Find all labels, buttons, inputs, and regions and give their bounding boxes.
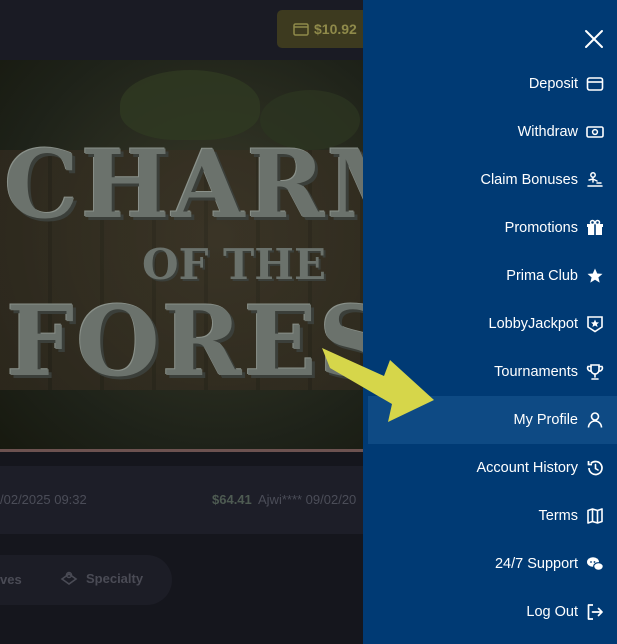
menu-item-label: Terms [538,508,578,524]
jackpot-icon [586,315,604,333]
bonus-icon [586,171,604,189]
menu-item-tournaments[interactable]: Tournaments [368,348,617,396]
ticker-amount: $64.41 [212,492,252,507]
menu-item-terms[interactable]: Terms [368,492,617,540]
specialty-icon [60,571,78,585]
menu-item-label: Prima Club [506,268,578,284]
menu-item-account-history[interactable]: Account History [368,444,617,492]
menu-item-label: Promotions [504,220,578,236]
banner-title-line1: CHARM [4,130,363,240]
menu-item-label: Claim Bonuses [480,172,578,188]
map-icon [586,507,604,525]
gift-icon [586,219,604,237]
side-menu-drawer: Deposit Withdraw Claim Bonuses Promotion… [363,0,617,644]
menu-item-deposit[interactable]: Deposit [368,60,617,108]
menu-item-label: Withdraw [517,124,578,140]
menu-item-label: LobbyJackpot [488,316,578,332]
balance-amount: $10.92 [314,21,357,37]
menu-item-label: Log Out [526,604,578,620]
menu-item-support[interactable]: 24/7 Support [368,540,617,588]
tab-specialty[interactable]: Specialty [60,570,143,586]
menu-item-label: My Profile [513,412,578,428]
menu-item-my-profile[interactable]: My Profile [368,396,617,444]
menu-item-log-out[interactable]: Log Out [368,588,617,636]
chat-icon [586,555,604,573]
menu-item-claim-bonuses[interactable]: Claim Bonuses [368,156,617,204]
category-tabs: ves Specialty [0,555,363,605]
game-banner[interactable]: CHARM OF THE FORES [0,60,363,452]
tab-specialty-label: Specialty [86,570,144,586]
cash-icon [586,123,604,141]
banner-title-line2: OF THE [142,240,326,289]
user-icon [586,411,604,429]
logout-icon [586,603,604,621]
menu-item-withdraw[interactable]: Withdraw [368,108,617,156]
wallet-icon [586,75,604,93]
ticker-date: /02/2025 09:32 [0,492,87,507]
menu-item-label: Account History [476,460,578,476]
menu-item-prima-club[interactable]: Prima Club [368,252,617,300]
close-icon[interactable] [582,27,606,51]
wallet-icon [293,23,309,36]
menu-item-lobbyjackpot[interactable]: LobbyJackpot [368,300,617,348]
trophy-icon [586,363,604,381]
menu-item-promotions[interactable]: Promotions [368,204,617,252]
menu-item-label: 24/7 Support [494,556,578,572]
background-page: CHARM OF THE FORES /02/2025 09:32 $64.41… [0,0,363,644]
menu-item-label: Tournaments [494,364,578,380]
star-icon [586,267,604,285]
balance-button[interactable]: $10.92 [277,10,369,48]
menu-item-label: Deposit [528,76,578,92]
history-icon [586,459,604,477]
tab-lives[interactable]: ves [0,572,22,587]
banner-divider [0,449,363,452]
winners-ticker: /02/2025 09:32 $64.41 Ajwi**** 09/02/20 [0,466,363,534]
ticker-user: Ajwi**** 09/02/20 [258,492,357,507]
banner-title-line3: FORES [6,285,363,398]
